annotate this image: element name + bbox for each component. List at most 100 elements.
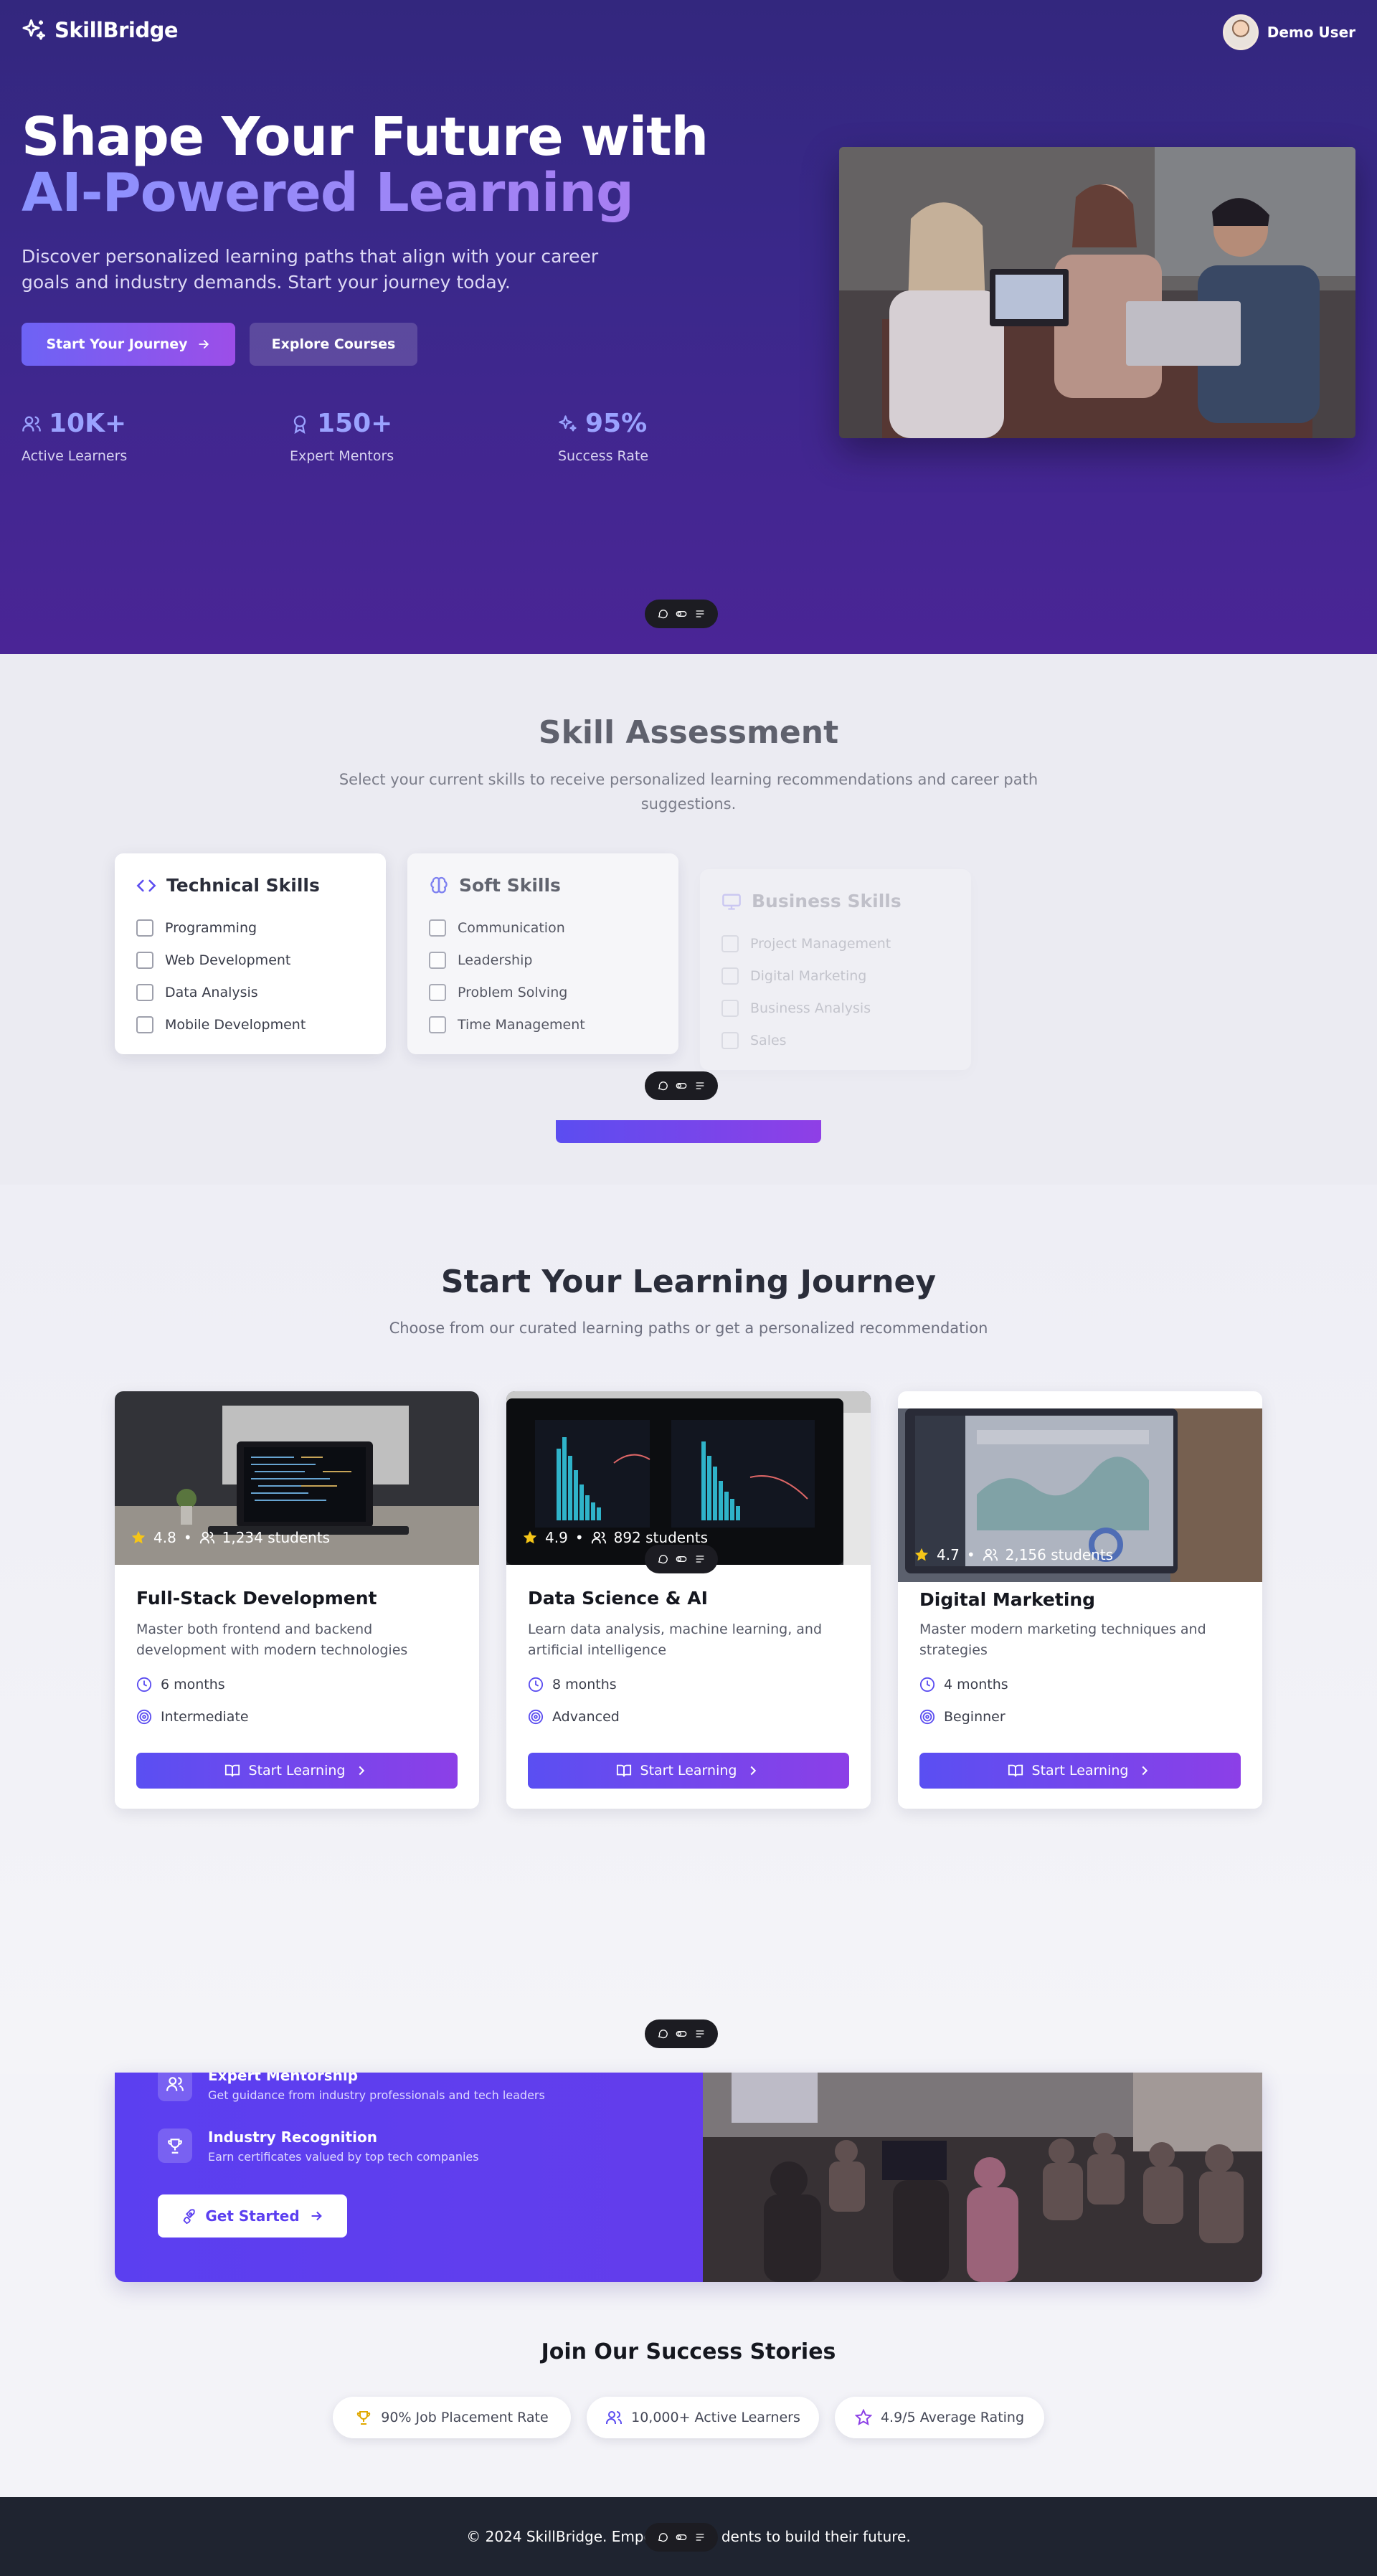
target-icon bbox=[528, 1709, 544, 1725]
course-description: Master modern marketing techniques and st… bbox=[919, 1621, 1206, 1658]
skill-option[interactable]: Business Analysis bbox=[721, 992, 950, 1024]
checkbox[interactable] bbox=[721, 967, 739, 985]
course-card-data-science: 4.9 • 892 students Data Science & AI Lear… bbox=[506, 1391, 871, 1809]
skill-option[interactable]: Sales bbox=[721, 1024, 950, 1056]
users-icon bbox=[199, 1531, 214, 1544]
book-open-icon bbox=[1008, 1764, 1023, 1777]
course-level: Advanced bbox=[528, 1709, 620, 1725]
users-icon bbox=[606, 2411, 623, 2424]
chat-icon[interactable] bbox=[657, 1080, 668, 1092]
course-card-digital-marketing: 4.7 • 2,156 students Digital Marketing Ma… bbox=[898, 1391, 1262, 1809]
badge-job-placement: 90% Job Placement Rate bbox=[333, 2397, 571, 2438]
stat-success-rate: 95% Success Rate bbox=[558, 409, 649, 464]
assessment-title: Skill Assessment bbox=[538, 714, 839, 751]
chat-icon[interactable] bbox=[657, 608, 668, 620]
course-duration: 6 months bbox=[136, 1677, 225, 1692]
course-title: Data Science & AI bbox=[528, 1588, 708, 1609]
menu-icon[interactable] bbox=[694, 2028, 706, 2040]
chevron-right-icon bbox=[359, 1766, 365, 1776]
skill-option[interactable]: Time Management bbox=[429, 1008, 657, 1041]
target-icon bbox=[136, 1709, 152, 1725]
skill-card-technical: Technical Skills Programming Web Develop… bbox=[115, 853, 386, 1054]
hero-title-accent: AI-Powered Learning bbox=[22, 162, 634, 224]
user-name: Demo User bbox=[1267, 24, 1355, 41]
sparkles-icon bbox=[22, 19, 45, 40]
cta-banner: Expert Mentorship Get guidance from indus… bbox=[115, 2073, 1262, 2282]
chat-icon[interactable] bbox=[657, 2028, 668, 2040]
skill-option[interactable]: Leadership bbox=[429, 944, 657, 976]
skill-option[interactable]: Mobile Development bbox=[136, 1008, 364, 1041]
checkbox[interactable] bbox=[721, 934, 739, 952]
checkbox[interactable] bbox=[136, 919, 153, 937]
clock-icon bbox=[919, 1677, 935, 1692]
skill-option[interactable]: Communication bbox=[429, 911, 657, 944]
journey-title: Start Your Learning Journey bbox=[440, 1264, 937, 1300]
skill-option[interactable]: Project Management bbox=[721, 927, 950, 960]
start-journey-button[interactable]: Start Your Journey bbox=[22, 323, 235, 366]
footer-text-left: © 2024 SkillBridge. Empo bbox=[466, 2528, 653, 2545]
skill-option[interactable]: Programming bbox=[136, 911, 364, 944]
checkbox[interactable] bbox=[429, 951, 446, 969]
clock-icon bbox=[528, 1677, 544, 1692]
toggle-icon[interactable] bbox=[676, 1080, 687, 1092]
toggle-icon[interactable] bbox=[676, 2028, 687, 2040]
floating-toolbar[interactable] bbox=[645, 600, 718, 628]
arrow-right-icon bbox=[198, 340, 209, 349]
chevron-right-icon bbox=[1142, 1766, 1148, 1776]
checkbox[interactable] bbox=[136, 951, 153, 969]
start-learning-button[interactable]: Start Learning bbox=[528, 1753, 849, 1789]
course-duration: 4 months bbox=[919, 1677, 1008, 1692]
start-learning-button[interactable]: Start Learning bbox=[136, 1753, 458, 1789]
users-icon bbox=[591, 1531, 606, 1544]
checkbox[interactable] bbox=[429, 919, 446, 937]
course-title: Digital Marketing bbox=[919, 1589, 1096, 1610]
get-started-button[interactable]: Get Started bbox=[158, 2194, 347, 2238]
users-icon bbox=[22, 416, 41, 431]
stat-active-learners: 10K+ Active Learners bbox=[22, 409, 128, 464]
award-icon bbox=[293, 415, 306, 434]
menu-icon[interactable] bbox=[694, 608, 706, 620]
skill-card-soft: Soft Skills Communication Leadership Pro… bbox=[407, 853, 678, 1054]
user-menu[interactable]: Demo User bbox=[1222, 14, 1355, 50]
checkbox[interactable] bbox=[136, 1015, 153, 1033]
menu-icon[interactable] bbox=[694, 1553, 706, 1565]
checkbox[interactable] bbox=[429, 983, 446, 1001]
assessment-subtitle: Select your current skills to receive pe… bbox=[339, 771, 1038, 813]
book-open-icon bbox=[224, 1764, 240, 1777]
checkbox[interactable] bbox=[429, 1015, 446, 1033]
course-duration: 8 months bbox=[528, 1677, 617, 1692]
course-students: 892 students bbox=[613, 1529, 709, 1546]
skill-option[interactable]: Web Development bbox=[136, 944, 364, 976]
toggle-icon[interactable] bbox=[676, 2532, 687, 2543]
checkbox[interactable] bbox=[721, 999, 739, 1017]
toggle-icon[interactable] bbox=[676, 608, 687, 620]
skill-option[interactable]: Digital Marketing bbox=[721, 960, 950, 992]
start-learning-button[interactable]: Start Learning bbox=[919, 1753, 1241, 1789]
trophy-icon bbox=[357, 2411, 371, 2425]
chat-icon[interactable] bbox=[657, 1553, 668, 1565]
users-icon bbox=[983, 1548, 998, 1561]
journey-subtitle: Choose from our curated learning paths o… bbox=[389, 1320, 988, 1337]
code-icon bbox=[136, 879, 156, 891]
floating-toolbar[interactable] bbox=[645, 2019, 718, 2048]
users-icon bbox=[166, 2077, 184, 2091]
checkbox[interactable] bbox=[721, 1031, 739, 1049]
brand-logo[interactable]: SkillBridge bbox=[22, 17, 179, 43]
floating-toolbar[interactable] bbox=[645, 2523, 718, 2552]
menu-icon[interactable] bbox=[694, 1080, 706, 1092]
course-meta: 4.7 • 2,156 students bbox=[914, 1546, 1113, 1563]
course-description: Learn data analysis, machine learning, a… bbox=[528, 1621, 823, 1658]
checkbox[interactable] bbox=[136, 983, 153, 1001]
floating-toolbar[interactable] bbox=[645, 1071, 718, 1100]
skill-option[interactable]: Data Analysis bbox=[136, 976, 364, 1008]
menu-icon[interactable] bbox=[694, 2532, 706, 2543]
toggle-icon[interactable] bbox=[676, 1553, 687, 1565]
floating-toolbar[interactable] bbox=[645, 1545, 718, 1573]
brain-icon bbox=[430, 876, 448, 894]
explore-courses-button[interactable]: Explore Courses bbox=[250, 323, 417, 366]
skill-option[interactable]: Problem Solving bbox=[429, 976, 657, 1008]
get-recommendations-button[interactable] bbox=[556, 1120, 821, 1143]
chat-icon[interactable] bbox=[657, 2532, 668, 2543]
course-students: 2,156 students bbox=[1005, 1546, 1114, 1563]
brand-name: SkillBridge bbox=[55, 18, 179, 42]
